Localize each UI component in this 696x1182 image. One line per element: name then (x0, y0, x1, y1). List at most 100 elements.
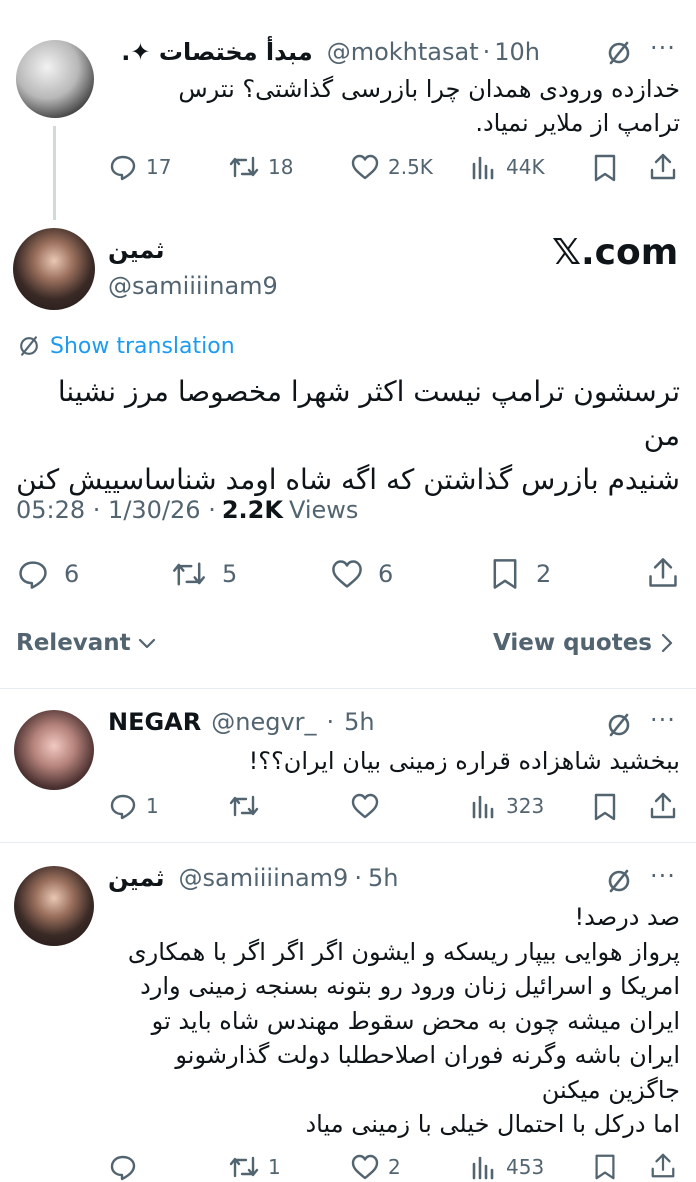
tweet1-text: خدازده ورودی همدان چرا بازرسی گذاشتی؟ نت… (110, 72, 680, 140)
reply2-like-button[interactable]: 2 (350, 1152, 401, 1182)
avatar-samiiiinam9[interactable] (13, 228, 95, 310)
grok-icon[interactable] (604, 866, 634, 896)
reply-divider (0, 842, 696, 843)
main-share-button[interactable] (646, 556, 680, 590)
reply2-retweet-count: 1 (268, 1155, 281, 1179)
reply2-line: ایران میشه چون به محض سقوط مهندس شاه بای… (151, 1006, 680, 1035)
tweet1-bookmark-button[interactable] (592, 153, 618, 183)
view-quotes-label: View quotes (492, 630, 652, 656)
view-quotes-link[interactable]: View quotes (493, 630, 674, 656)
reply2-share-button[interactable] (648, 1152, 678, 1180)
more-icon[interactable]: ··· (650, 862, 676, 890)
tweet1-time[interactable]: 10h (494, 38, 540, 66)
reply1-time[interactable]: 5h (344, 708, 374, 736)
tweet1-text-line1: خدازده ورودی همدان چرا بازرسی گذاشتی؟ نت… (178, 75, 680, 103)
main-timestamp[interactable]: 05:28 · 1/30/26 · (16, 496, 216, 524)
reply2-handle[interactable]: @samiiiinam9 (179, 864, 349, 892)
reply1-text: ببخشید شاهزاده قراره زمینی بیان ایران؟؟! (248, 747, 680, 775)
main-bookmark-button[interactable]: 2 (490, 557, 551, 591)
reply2-line: اما درکل با احتمال خیلی با زمینی میاد (305, 1110, 680, 1138)
bookmark-icon (493, 559, 517, 589)
reply1-share-button[interactable] (648, 791, 678, 821)
tweet1-retweet-button[interactable]: 18 (228, 152, 293, 182)
reply2-views-button[interactable]: 453 (470, 1152, 544, 1182)
more-icon[interactable]: ··· (650, 706, 676, 734)
reply2-dot: · (354, 864, 362, 892)
avatar-mokhtasat[interactable] (16, 40, 94, 118)
retweet-icon (229, 795, 259, 817)
show-translation-label: Show translation (50, 333, 235, 359)
main-views-label: Views (288, 496, 359, 524)
reply2-name[interactable]: ثمین (108, 864, 165, 892)
main-views-count: 2.2K (221, 496, 283, 524)
avatar-samiiiinam9-reply[interactable] (14, 866, 94, 946)
views-icon (472, 1156, 494, 1180)
main-reply-button[interactable]: 6 (16, 557, 79, 591)
main-author-name[interactable]: ثمین (108, 236, 165, 264)
main-reply-count: 6 (64, 560, 80, 588)
reply2-line: پرواز هوایی بیپار ریسکه و ایشون اگر اگر … (127, 937, 680, 966)
reply1-reply-button[interactable]: 1 (108, 791, 159, 821)
main-bookmark-count: 2 (536, 560, 552, 588)
reply2-time[interactable]: 5h (368, 864, 398, 892)
tweet1-header: 10h · @mokhtasat مبدأ مختصات ✦. (110, 36, 540, 68)
grok-icon[interactable] (604, 38, 634, 68)
show-translation-link[interactable]: Show translation (16, 333, 235, 359)
reply2-like-count: 2 (388, 1155, 401, 1179)
reply2-header: 5h · @samiiiinam9 ثمین (108, 864, 398, 892)
reply1-like-button[interactable] (350, 791, 380, 821)
tweet1-dot: · (482, 38, 491, 66)
reply2-views-count: 453 (506, 1155, 545, 1179)
tweet1-views-button[interactable]: 44K (470, 152, 545, 182)
reply2-text: صد درصد! پرواز هوایی بیپار ریسکه و ایشون… (110, 900, 680, 1142)
tweet1-share-button[interactable] (648, 152, 678, 182)
reply2-line: صد درصد! (574, 903, 680, 931)
main-retweet-button[interactable]: 5 (170, 557, 237, 591)
main-retweet-count: 5 (222, 560, 238, 588)
retweet-icon (229, 1156, 259, 1178)
retweet-icon (229, 156, 259, 178)
avatar-negvr[interactable] (14, 710, 94, 790)
chevron-right-icon (661, 633, 673, 653)
reply2-line: جاگزین میکنن (541, 1075, 680, 1104)
tweet1-like-button[interactable]: 2.5K (350, 152, 433, 182)
reply2-bookmark-button[interactable] (592, 1153, 618, 1181)
main-like-button[interactable]: 6 (330, 557, 393, 591)
views-icon (472, 795, 494, 819)
bookmark-icon (595, 1154, 615, 1180)
grok-icon[interactable] (604, 710, 634, 740)
translate-icon (20, 336, 38, 356)
bookmark-icon (594, 793, 616, 821)
tweet1-reply-button[interactable]: 17 (108, 152, 171, 182)
views-icon (472, 156, 494, 180)
relevant-filter[interactable]: Relevant (16, 630, 157, 656)
reply1-handle[interactable]: @negvr_ (211, 708, 316, 736)
tweet1-handle[interactable]: @mokhtasat (327, 38, 479, 66)
tweet1-name[interactable]: مبدأ مختصات ✦. (121, 38, 312, 66)
tweet1-retweet-count: 18 (268, 155, 294, 179)
reply-icon (19, 561, 47, 589)
share-icon (650, 153, 676, 180)
tweet1-like-count: 2.5K (388, 155, 433, 179)
chevron-down-icon (138, 638, 155, 649)
tweet1-text-line2: ترامپ از ملایر نمیاد. (475, 109, 680, 137)
reply2-retweet-button[interactable]: 1 (228, 1152, 281, 1182)
more-icon[interactable]: ··· (650, 34, 676, 62)
share-icon (649, 558, 677, 587)
reply1-reply-count: 1 (146, 794, 159, 818)
reply1-retweet-button[interactable] (228, 791, 260, 821)
main-text-line1: ترسشون ترامپ نیست اکثر شهرا مخصوصا مرز ن… (57, 375, 680, 452)
heart-icon (351, 154, 379, 180)
reply1-bookmark-button[interactable] (592, 792, 618, 822)
main-author-handle[interactable]: @samiiiinam9 (108, 272, 278, 300)
section-divider (0, 688, 696, 689)
reply1-name[interactable]: NEGAR (108, 708, 201, 736)
main-like-count: 6 (378, 560, 394, 588)
reply2-reply-button[interactable] (108, 1152, 138, 1182)
relevant-label: Relevant (16, 630, 131, 656)
reply1-views-button[interactable]: 323 (470, 791, 544, 821)
tweet1-views-count: 44K (506, 155, 545, 179)
heart-icon (332, 560, 362, 588)
reply1-views-count: 323 (506, 794, 545, 818)
main-tweet-meta: 05:28 · 1/30/26 · 2.2K Views (16, 496, 358, 524)
